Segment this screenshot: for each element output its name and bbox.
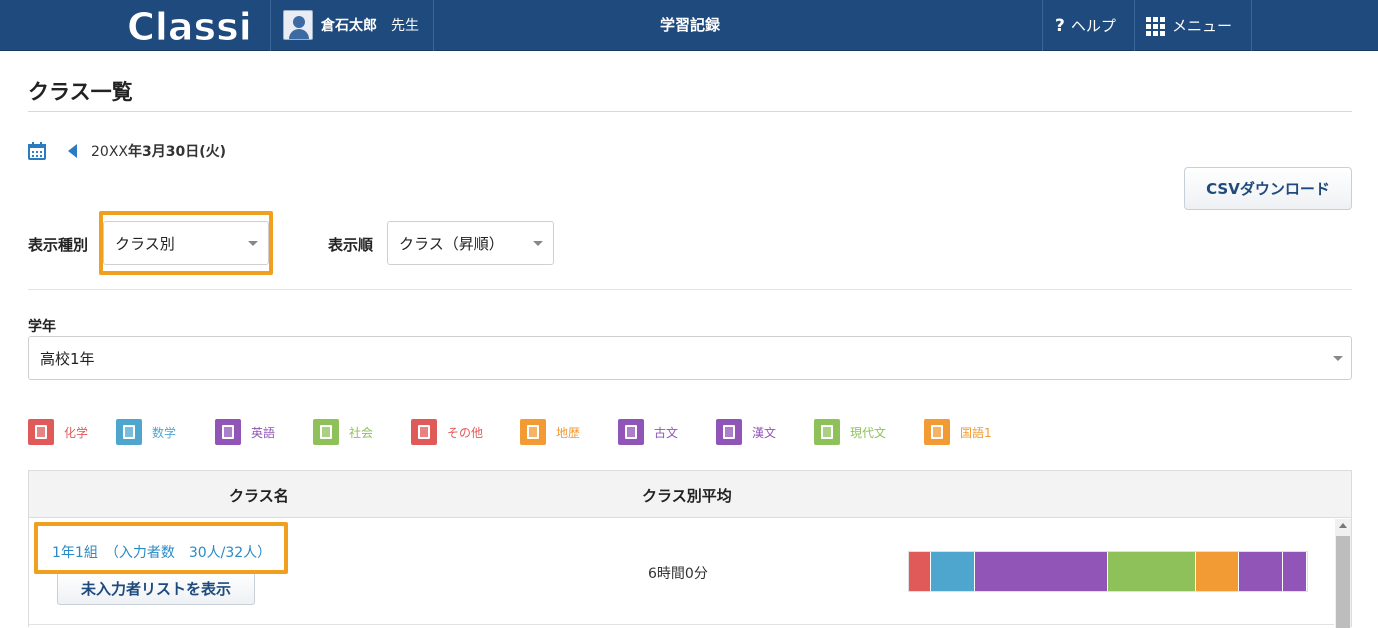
column-class-name: クラス名 [229,487,289,505]
book-icon [924,419,950,445]
class-average-value: 6時間0分 [648,566,708,582]
title-divider [28,111,1352,112]
subject-legend: 化学 数学 英語 社会 その他 地歴 古文 漢文 現代文 国語1 [28,419,1004,445]
divider [1251,0,1252,51]
scrollbar-thumb[interactable] [1336,536,1350,628]
legend-label: 英語 [251,425,276,440]
legend-label: 社会 [349,425,374,440]
avatar-icon [283,10,313,40]
bar-segment [1239,552,1284,591]
legend-label: 数学 [152,425,177,440]
classi-logo[interactable]: Classi [125,3,260,48]
legend-item: 国語1 [924,419,1004,445]
grade-select[interactable]: 高校1年 [28,336,1352,380]
page-title: クラス一覧 [28,80,133,104]
previous-day-arrow-icon[interactable] [68,144,77,158]
highlight-box [99,211,273,275]
grade-value: 高校1年 [40,349,95,368]
help-label: ヘルプ [1070,17,1116,35]
scroll-up-arrow-icon[interactable] [1339,523,1347,528]
top-navigation-bar: Classi 倉石太郎 先生 学習記録 ? ヘルプ メニュー [0,0,1378,51]
legend-item: 数学 [116,419,215,445]
display-order-value: クラス（昇順） [399,234,504,253]
display-order-select[interactable]: クラス（昇順） [387,221,554,265]
bar-segment [909,552,931,591]
user-info[interactable]: 倉石太郎 先生 [283,10,419,40]
menu-label: メニュー [1172,17,1233,35]
edit-icon [716,419,742,445]
divider [1042,0,1043,51]
divider [1134,0,1135,51]
question-mark-icon: ? [1055,15,1065,36]
bar-segment [1283,552,1307,591]
book-icon [215,419,241,445]
display-type-label: 表示種別 [28,236,89,254]
calendar-icon[interactable] [28,142,46,160]
legend-label: 漢文 [752,425,777,440]
bar-segment [1107,552,1196,591]
legend-item: 漢文 [716,419,814,445]
app-title: 学習記録 [659,16,720,34]
book-icon [116,419,142,445]
bar-segment [974,552,1108,591]
legend-label: 国語1 [960,425,992,440]
user-name: 倉石太郎 [321,18,377,34]
row-divider [29,624,1334,625]
classi-logo-mark: Classi [127,5,253,48]
edit-icon [313,419,339,445]
legend-label: 化学 [64,425,89,440]
book-icon [814,419,840,445]
bar-segment [1195,552,1240,591]
subject-time-bar [908,551,1308,592]
help-button[interactable]: ? ヘルプ [1055,0,1116,51]
legend-item: 英語 [215,419,313,445]
edit-icon [411,419,437,445]
highlight-box [34,522,288,574]
bar-segment [930,552,975,591]
column-class-average: クラス別平均 [642,487,732,505]
legend-item: その他 [411,419,520,445]
dropdown-caret-icon [1333,356,1343,361]
legend-label: 現代文 [850,425,887,440]
open-book-icon [618,419,644,445]
legend-item: 化学 [28,419,116,445]
legend-item: 古文 [618,419,716,445]
legend-item: 現代文 [814,419,924,445]
dropdown-caret-icon [533,241,543,246]
legend-label: その他 [447,425,484,440]
vertical-scrollbar[interactable] [1335,519,1351,628]
legend-item: 地歴 [520,419,618,445]
legend-label: 古文 [654,425,679,440]
legend-label: 地歴 [556,425,581,440]
show-missing-list-button[interactable]: 未入力者リストを表示 [57,572,255,605]
book-icon [28,419,54,445]
csv-download-button[interactable]: CSVダウンロード [1184,167,1352,210]
section-divider [28,289,1352,290]
date-navigation: 20XX年3月30日(火) [28,141,226,161]
divider [270,0,271,51]
display-order-label: 表示順 [328,236,374,254]
menu-button[interactable]: メニュー [1146,0,1232,51]
current-date: 20XX年3月30日(火) [91,144,227,160]
grade-label: 学年 [28,319,56,335]
divider [433,0,434,51]
logo-text: Classi [127,5,252,47]
edit-icon [520,419,546,445]
user-suffix: 先生 [391,18,419,34]
table-header: クラス名 クラス別平均 [29,471,1351,518]
legend-item: 社会 [313,419,411,445]
grid-menu-icon [1146,16,1166,36]
